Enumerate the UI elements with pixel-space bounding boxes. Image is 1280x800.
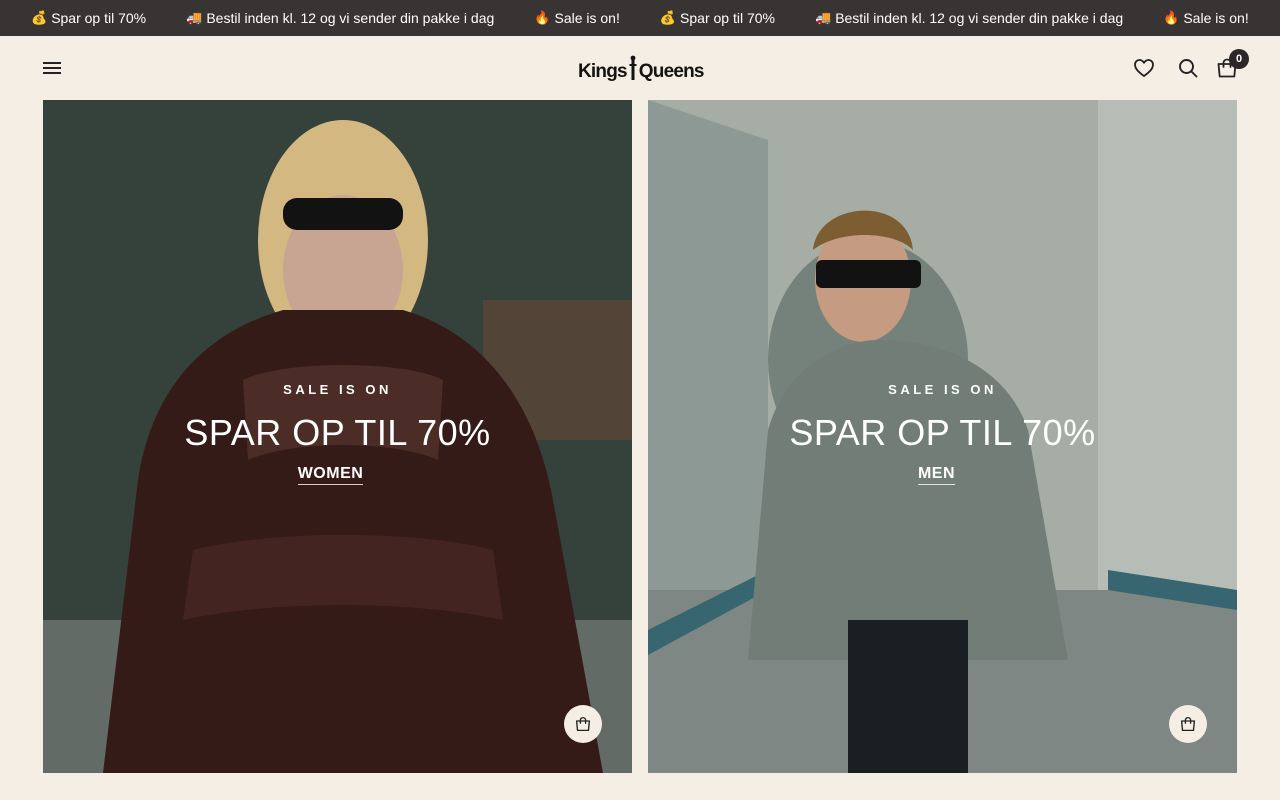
quick-shop-button[interactable] bbox=[564, 705, 602, 743]
announcement-text: Sale is on! bbox=[554, 10, 620, 26]
announcement-text: Spar op til 70% bbox=[51, 10, 147, 26]
menu-icon bbox=[43, 72, 61, 74]
announcement-text: Bestil inden kl. 12 og vi sender din pak… bbox=[835, 10, 1124, 26]
shop-women-link[interactable]: WOMEN bbox=[297, 465, 364, 485]
announcement-item: 💰 Spar op til 70% bbox=[31, 10, 146, 26]
announcement-text: Sale is on! bbox=[1183, 10, 1249, 26]
truck-icon: 🚚 bbox=[815, 10, 832, 26]
crown-icon bbox=[628, 55, 638, 81]
announcement-item: 🔥 Sale is on! bbox=[1163, 10, 1249, 26]
site-logo[interactable]: Kings Queens bbox=[578, 53, 705, 82]
card-text: SALE IS ON SPAR OP TIL 70% MEN bbox=[648, 382, 1237, 485]
announcement-item: 🔥 Sale is on! bbox=[534, 10, 620, 26]
announcement-item: 🚚 Bestil inden kl. 12 og vi sender din p… bbox=[186, 10, 494, 26]
money-bag-icon: 💰 bbox=[31, 10, 48, 26]
announcement-track: 💰 Spar op til 70% 🚚 Bestil inden kl. 12 … bbox=[31, 0, 1280, 36]
search-button[interactable] bbox=[1176, 56, 1200, 80]
fire-icon: 🔥 bbox=[534, 10, 551, 26]
card-eyebrow: SALE IS ON bbox=[888, 382, 997, 397]
wishlist-button[interactable] bbox=[1132, 56, 1156, 80]
logo-text-kings: Kings bbox=[578, 61, 628, 82]
announcement-text: Bestil inden kl. 12 og vi sender din pak… bbox=[206, 10, 495, 26]
announcement-item: 💰 Spar op til 70% bbox=[660, 10, 775, 26]
menu-icon bbox=[43, 62, 61, 64]
card-headline: SPAR OP TIL 70% bbox=[184, 412, 491, 453]
logo-text-queens: Queens bbox=[638, 61, 705, 82]
card-headline: SPAR OP TIL 70% bbox=[789, 412, 1096, 453]
menu-icon bbox=[43, 67, 61, 69]
shopping-bag-icon bbox=[575, 716, 591, 732]
quick-shop-button[interactable] bbox=[1169, 705, 1207, 743]
fire-icon: 🔥 bbox=[1163, 10, 1180, 26]
announcement-text: Spar op til 70% bbox=[680, 10, 775, 26]
announcement-bar: 💰 Spar op til 70% 🚚 Bestil inden kl. 12 … bbox=[0, 0, 1280, 36]
card-text: SALE IS ON SPAR OP TIL 70% WOMEN bbox=[43, 382, 632, 485]
promo-card-men[interactable]: SALE IS ON SPAR OP TIL 70% MEN bbox=[648, 100, 1237, 773]
money-bag-icon: 💰 bbox=[659, 10, 677, 26]
shop-men-link[interactable]: MEN bbox=[917, 465, 956, 485]
truck-icon: 🚚 bbox=[186, 10, 203, 26]
menu-button[interactable] bbox=[42, 58, 62, 78]
card-eyebrow: SALE IS ON bbox=[283, 382, 392, 397]
site-header: Kings Queens 0 bbox=[0, 36, 1280, 100]
search-icon bbox=[1179, 59, 1198, 78]
shopping-bag-icon bbox=[1180, 716, 1196, 732]
cart-count-badge: 0 bbox=[1229, 49, 1249, 69]
promo-card-women[interactable]: SALE IS ON SPAR OP TIL 70% WOMEN bbox=[43, 100, 632, 773]
heart-icon bbox=[1134, 59, 1154, 77]
announcement-item: 🚚 Bestil inden kl. 12 og vi sender din p… bbox=[815, 10, 1123, 26]
